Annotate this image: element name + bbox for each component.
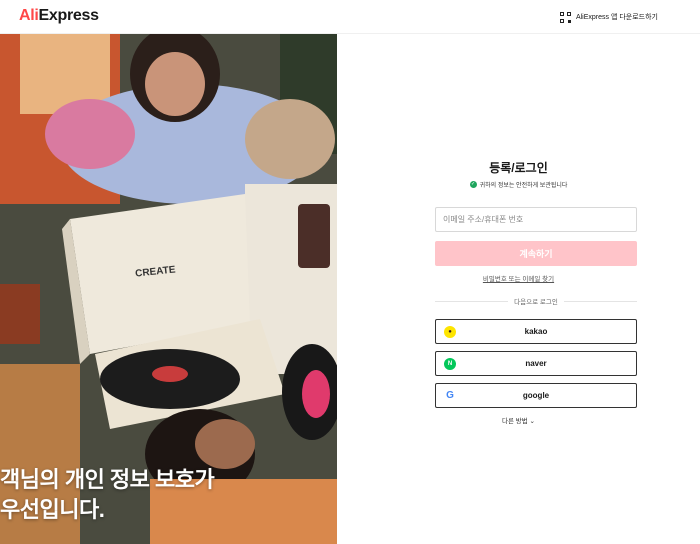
chevron-down-icon: ⌄ <box>529 418 535 425</box>
google-login-button[interactable]: G google <box>435 383 637 408</box>
hero-caption: 객님의 개인 정보 보호가 우선입니다. <box>0 467 215 522</box>
forgot-password-link[interactable]: 비밀번호 또는 이메일 찾기 <box>337 273 700 283</box>
qr-code-icon <box>559 11 571 23</box>
shield-check-icon: ✓ <box>469 181 477 188</box>
secure-note: ✓ 귀하의 정보는 안전하게 보관됩니다 <box>469 181 568 189</box>
app-download-label: AliExpress 앱 다운로드하기 <box>575 14 658 21</box>
email-phone-input[interactable] <box>435 207 637 232</box>
app-download-link[interactable]: AliExpress 앱 다운로드하기 <box>559 10 658 24</box>
login-panel: 등록/로그인 ✓ 귀하의 정보는 안전하게 보관됩니다 계속하기 비밀번호 또는… <box>337 34 700 544</box>
continue-button[interactable]: 계속하기 <box>435 241 637 266</box>
aliexpress-logo[interactable]: AliExpress <box>19 7 99 25</box>
site-header: AliExpress AliExpress 앱 다운로드하기 <box>0 0 700 34</box>
hero-image: CREATE 객님의 개인 정보 보호가 우선입니다. <box>0 34 337 544</box>
naver-login-button[interactable]: N naver <box>435 351 637 376</box>
more-options-link[interactable]: 다른 방법 ⌄ <box>337 415 700 425</box>
social-divider: 다음으로 로그인 <box>435 297 638 306</box>
page-title: 등록/로그인 <box>489 161 548 175</box>
kakao-login-button[interactable]: ● kakao <box>435 319 637 344</box>
